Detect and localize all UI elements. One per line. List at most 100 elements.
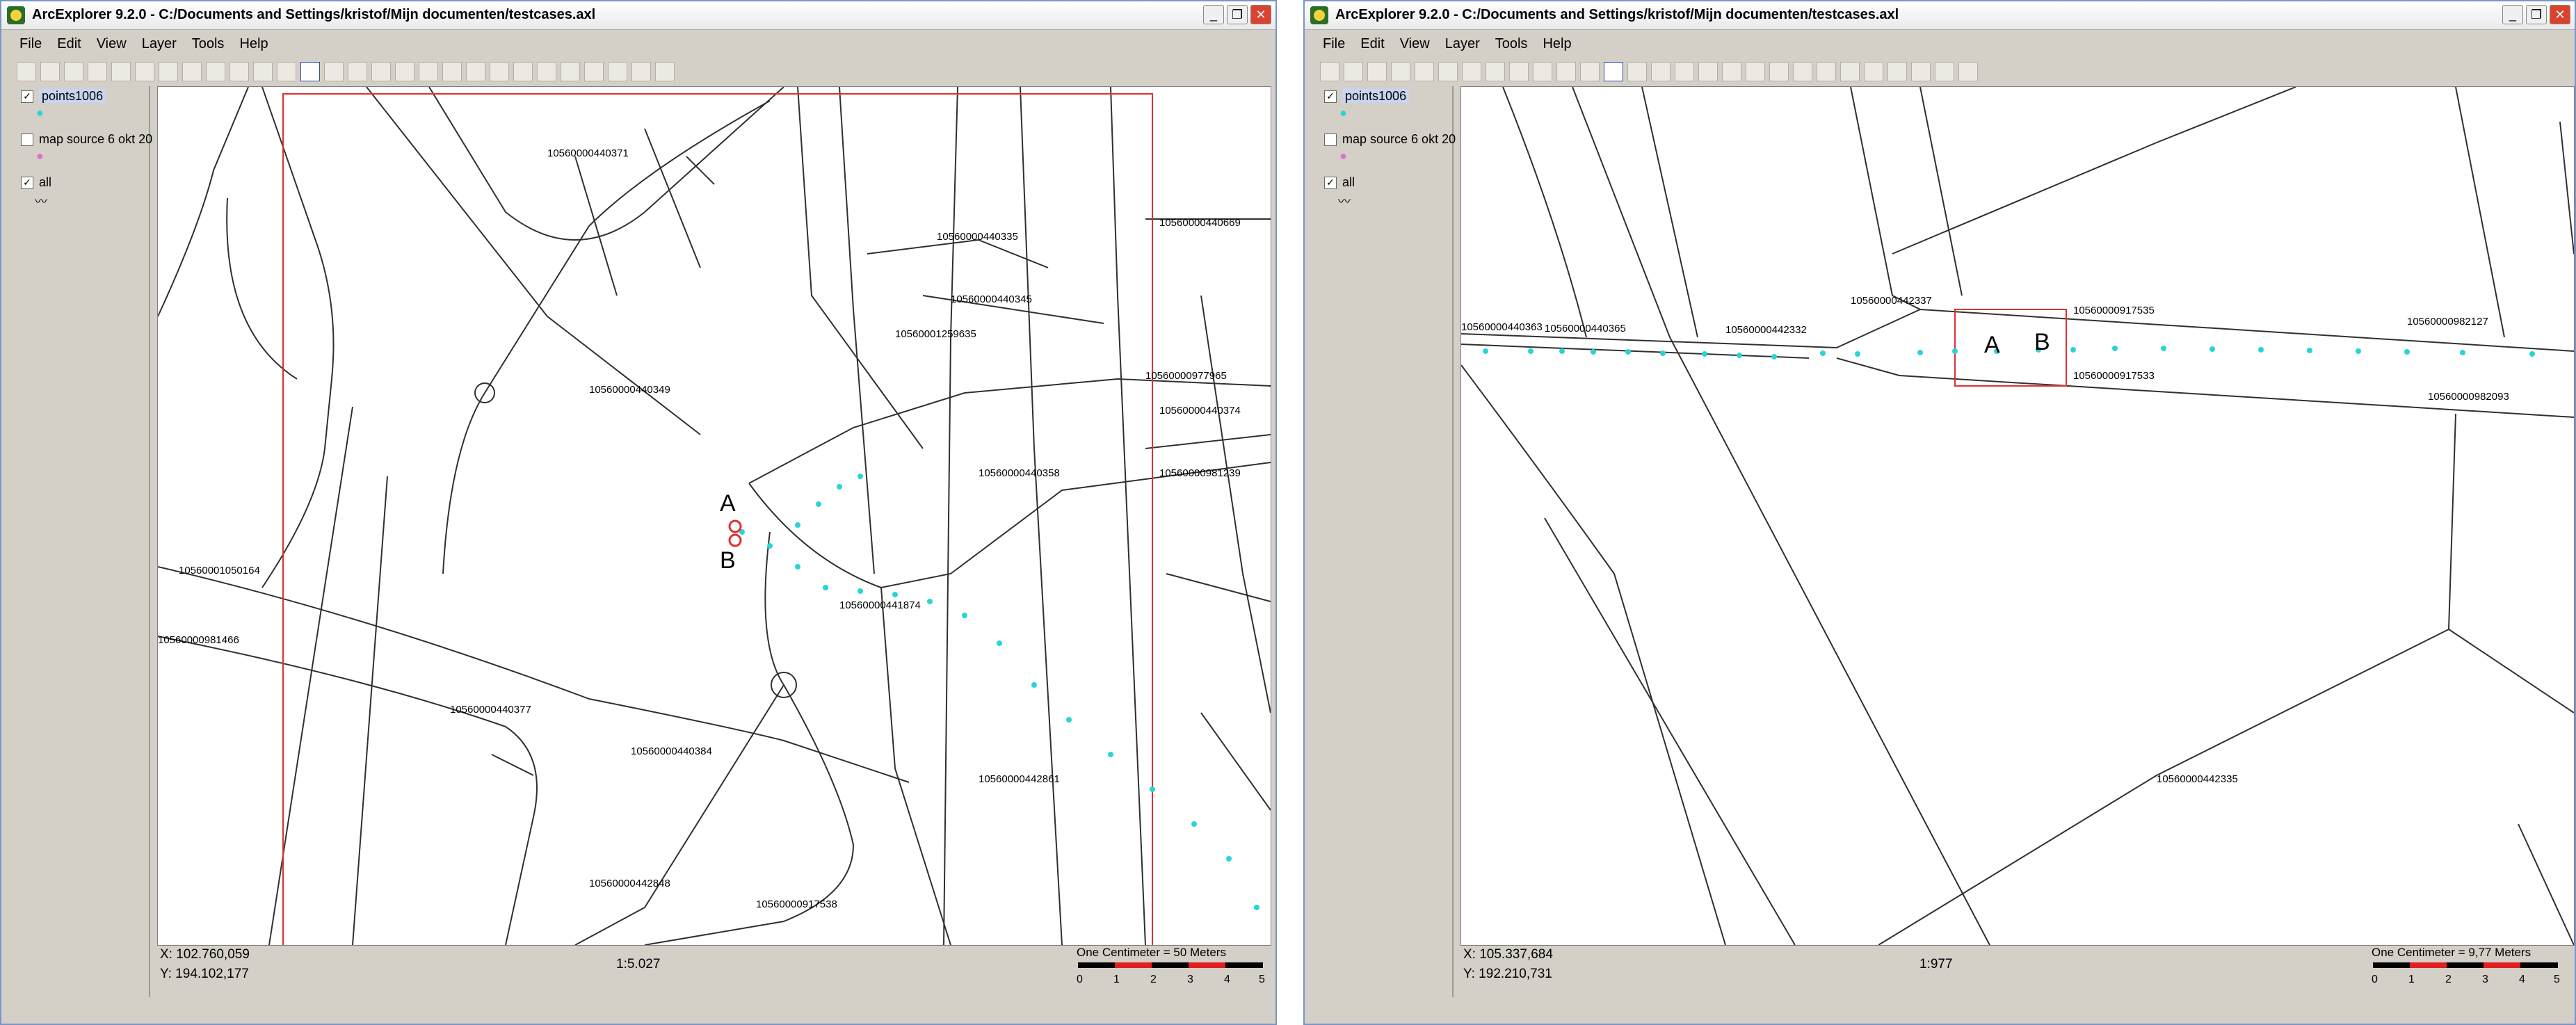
point bbox=[1559, 348, 1565, 354]
identify-icon[interactable] bbox=[395, 62, 414, 81]
open-icon[interactable] bbox=[17, 62, 36, 81]
menu-file[interactable]: File bbox=[1323, 36, 1345, 52]
find-icon[interactable] bbox=[1722, 62, 1741, 81]
menu-help[interactable]: Help bbox=[239, 36, 268, 52]
layer-all[interactable]: ✓ all bbox=[21, 175, 51, 190]
calculator-icon[interactable] bbox=[655, 62, 675, 81]
minimize-button[interactable]: _ bbox=[1203, 5, 1224, 24]
restore-button[interactable]: ❐ bbox=[2526, 5, 2547, 24]
query-icon[interactable] bbox=[466, 62, 485, 81]
title-bar[interactable]: ArcExplorer 9.2.0 - C:/Documents and Set… bbox=[1305, 1, 2575, 30]
forward-icon[interactable] bbox=[206, 62, 225, 81]
locate-icon[interactable] bbox=[608, 62, 627, 81]
select-icon[interactable] bbox=[1793, 62, 1812, 81]
query-icon[interactable] bbox=[1769, 62, 1789, 81]
layer-checkbox[interactable]: ✓ bbox=[21, 177, 33, 190]
map-view[interactable]: A B 10560000440363 10560000440365 105600… bbox=[1460, 86, 2575, 946]
menu-edit[interactable]: Edit bbox=[1360, 36, 1384, 52]
menu-help[interactable]: Help bbox=[1543, 36, 1571, 52]
layer-checkbox[interactable]: ✓ bbox=[21, 90, 33, 104]
title-bar[interactable]: ArcExplorer 9.2.0 - C:/Documents and Set… bbox=[1, 1, 1275, 30]
zoom-selected-icon[interactable] bbox=[1580, 62, 1600, 81]
menu-edit[interactable]: Edit bbox=[57, 36, 81, 52]
menu-view[interactable]: View bbox=[1400, 36, 1430, 52]
map-canvas[interactable]: A B 10560000440371 10560000440349 105600… bbox=[158, 87, 1271, 945]
grid-icon[interactable] bbox=[1935, 62, 1954, 81]
calculator-icon[interactable] bbox=[1958, 62, 1978, 81]
menu-tools[interactable]: Tools bbox=[192, 36, 225, 52]
restore-button[interactable]: ❐ bbox=[1227, 5, 1248, 24]
points1006-layer bbox=[739, 474, 1259, 910]
street-label: 10560000917533 bbox=[2073, 370, 2155, 382]
back-icon[interactable] bbox=[1486, 62, 1505, 81]
menu-layer[interactable]: Layer bbox=[142, 36, 177, 52]
select-icon[interactable] bbox=[490, 62, 509, 81]
buffer-icon[interactable] bbox=[1817, 62, 1836, 81]
save-icon[interactable] bbox=[40, 62, 60, 81]
layer-points[interactable]: ✓ points1006 bbox=[21, 89, 106, 104]
pan-icon[interactable] bbox=[1651, 62, 1671, 81]
hyperlink-icon[interactable] bbox=[1746, 62, 1765, 81]
close-button[interactable]: ✕ bbox=[2550, 5, 2570, 24]
buffer-icon[interactable] bbox=[513, 62, 533, 81]
back-icon[interactable] bbox=[182, 62, 202, 81]
properties-icon[interactable] bbox=[1438, 62, 1458, 81]
clear-icon[interactable] bbox=[1864, 62, 1883, 81]
menu-view[interactable]: View bbox=[97, 36, 127, 52]
forward-icon[interactable] bbox=[1509, 62, 1529, 81]
layer-checkbox[interactable] bbox=[21, 134, 33, 147]
map-view[interactable]: A B 10560000440371 10560000440349 105600… bbox=[157, 86, 1271, 946]
scale-bar-title: One Centimeter = 9,77 Meters bbox=[2372, 946, 2531, 959]
zoom-in-icon[interactable] bbox=[1604, 62, 1623, 81]
layer-checkbox[interactable] bbox=[1324, 134, 1337, 147]
edit-icon[interactable] bbox=[1887, 62, 1907, 81]
grid-icon[interactable] bbox=[631, 62, 651, 81]
remove-layer-icon[interactable] bbox=[1415, 62, 1434, 81]
save-icon[interactable] bbox=[1344, 62, 1363, 81]
close-button[interactable]: ✕ bbox=[1250, 5, 1271, 24]
add-layer-icon[interactable] bbox=[88, 62, 107, 81]
print-icon[interactable] bbox=[64, 62, 83, 81]
zoom-selected-icon[interactable] bbox=[277, 62, 296, 81]
edit-icon[interactable] bbox=[584, 62, 604, 81]
zoom-out-icon[interactable] bbox=[324, 62, 344, 81]
properties-icon[interactable] bbox=[135, 62, 154, 81]
layer-all[interactable]: ✓ all bbox=[1324, 175, 1355, 190]
globe-icon[interactable] bbox=[159, 62, 178, 81]
remove-layer-icon[interactable] bbox=[111, 62, 131, 81]
layer-checkbox[interactable]: ✓ bbox=[1324, 90, 1337, 104]
add-layer-icon[interactable] bbox=[1391, 62, 1410, 81]
zoom-in-icon[interactable] bbox=[300, 62, 320, 81]
clear-icon[interactable] bbox=[561, 62, 580, 81]
zoom-layer-icon[interactable] bbox=[253, 62, 273, 81]
hyperlink-icon[interactable] bbox=[442, 62, 462, 81]
street-label: 10560000440335 bbox=[937, 231, 1018, 243]
point bbox=[1031, 682, 1037, 688]
measure-icon[interactable] bbox=[1840, 62, 1860, 81]
point bbox=[1660, 350, 1666, 356]
print-icon[interactable] bbox=[1367, 62, 1387, 81]
locate-icon[interactable] bbox=[1911, 62, 1931, 81]
menu-layer[interactable]: Layer bbox=[1445, 36, 1480, 52]
overview-icon[interactable] bbox=[371, 62, 391, 81]
measure-icon[interactable] bbox=[537, 62, 556, 81]
menu-tools[interactable]: Tools bbox=[1495, 36, 1528, 52]
layer-points[interactable]: ✓ points1006 bbox=[1324, 89, 1410, 104]
open-icon[interactable] bbox=[1320, 62, 1339, 81]
layer-checkbox[interactable]: ✓ bbox=[1324, 177, 1337, 190]
globe-icon[interactable] bbox=[1462, 62, 1481, 81]
menu-file[interactable]: File bbox=[19, 36, 42, 52]
zoom-full-icon[interactable] bbox=[230, 62, 249, 81]
map-canvas[interactable]: A B 10560000440363 10560000440365 105600… bbox=[1461, 87, 2574, 945]
overview-icon[interactable] bbox=[1675, 62, 1694, 81]
zoom-layer-icon[interactable] bbox=[1556, 62, 1576, 81]
identify-icon[interactable] bbox=[1698, 62, 1718, 81]
pan-icon[interactable] bbox=[348, 62, 367, 81]
layer-map-source[interactable]: map source 6 okt 20 bbox=[21, 132, 152, 147]
layer-map-source[interactable]: map source 6 okt 20 bbox=[1324, 132, 1456, 147]
minimize-button[interactable]: _ bbox=[2502, 5, 2523, 24]
point-b-label: B bbox=[720, 547, 736, 574]
zoom-full-icon[interactable] bbox=[1533, 62, 1552, 81]
find-icon[interactable] bbox=[419, 62, 438, 81]
zoom-out-icon[interactable] bbox=[1627, 62, 1647, 81]
